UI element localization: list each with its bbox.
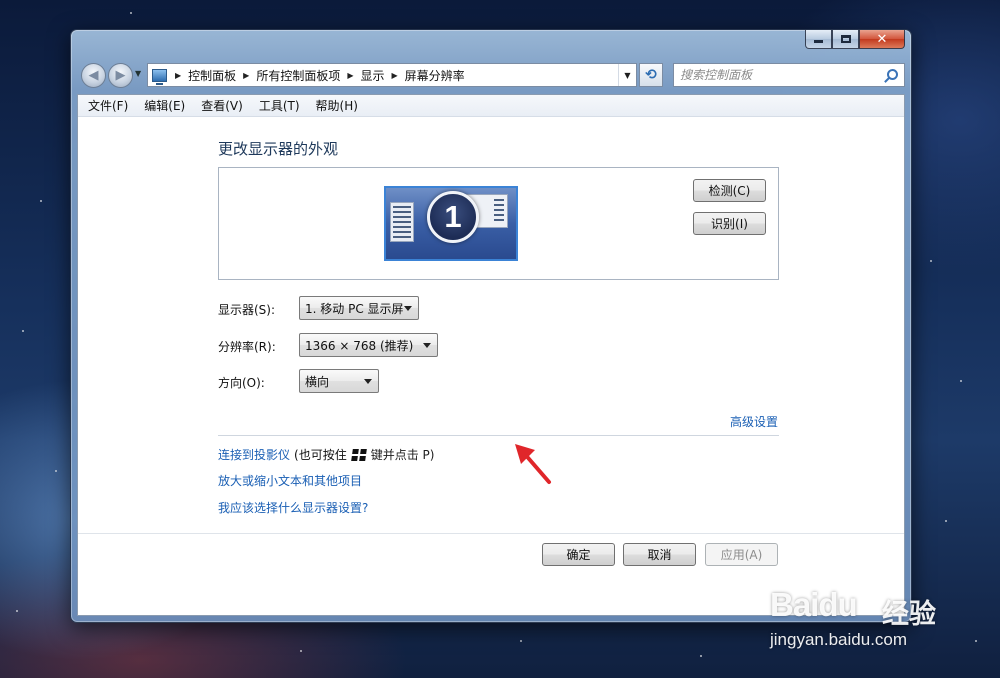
close-button[interactable]: ✕ (859, 30, 905, 49)
monitor-1-preview[interactable]: 1 (384, 186, 518, 261)
control-panel-icon (152, 68, 167, 85)
menu-tools[interactable]: 工具(T) (259, 97, 300, 114)
breadcrumb-separator-icon[interactable]: ▶ (243, 71, 249, 80)
address-bar[interactable]: ▶ 控制面板 ▶ 所有控制面板项 ▶ 显示 ▶ 屏幕分辨率 ▼ (147, 63, 637, 87)
forward-button[interactable]: ▶ (108, 63, 133, 88)
minimize-icon (814, 40, 823, 43)
back-arrow-icon: ◀ (88, 68, 99, 83)
navigation-bar: ◀ ▶ ▼ ▶ 控制面板 ▶ 所有控制面板项 ▶ 显示 ▶ 屏幕分辨率 ▼ ⟲ (79, 61, 905, 89)
footer-divider (78, 533, 904, 534)
desktop-window-thumbnail (390, 202, 414, 242)
resolution-select-value: 1366 × 768 (推荐) (305, 338, 414, 353)
divider (218, 435, 779, 436)
menu-view[interactable]: 查看(V) (201, 97, 243, 114)
display-label: 显示器(S): (218, 303, 276, 317)
screen-resolution-window: ✕ ◀ ▶ ▼ ▶ 控制面板 ▶ 所有控制面板项 ▶ 显示 ▶ 屏幕分辨率 ▼ … (70, 29, 912, 623)
maximize-button[interactable] (832, 30, 859, 49)
refresh-icon: ⟲ (645, 67, 657, 83)
watermark-brand: Baidu (770, 586, 858, 623)
identify-button[interactable]: 识别(I) (693, 212, 766, 235)
display-select[interactable]: 1. 移动 PC 显示屏 (299, 296, 419, 320)
projector-row: 连接到投影仪 (也可按住 键并点击 P) (218, 446, 434, 463)
chevron-down-icon (423, 343, 431, 348)
menu-bar: 文件(F) 编辑(E) 查看(V) 工具(T) 帮助(H) (78, 95, 904, 117)
breadcrumb-all-items[interactable]: 所有控制面板项 (256, 67, 340, 84)
orientation-select-value: 横向 (305, 374, 330, 389)
orientation-select[interactable]: 横向 (299, 369, 379, 393)
red-annotation-arrow-icon (515, 444, 551, 484)
breadcrumb-control-panel[interactable]: 控制面板 (188, 67, 236, 84)
connect-projector-link[interactable]: 连接到投影仪 (218, 446, 290, 463)
monitor-number-badge: 1 (427, 191, 479, 243)
page-title: 更改显示器的外观 (218, 140, 339, 158)
close-icon: ✕ (876, 31, 888, 47)
detect-button[interactable]: 检测(C) (693, 179, 766, 202)
projector-hint-end: 键并点击 P) (370, 448, 435, 462)
resolution-select[interactable]: 1366 × 768 (推荐) (299, 333, 438, 357)
cancel-button[interactable]: 取消 (623, 543, 696, 566)
minimize-button[interactable] (805, 30, 832, 49)
breadcrumb-separator-icon[interactable]: ▶ (347, 71, 353, 80)
breadcrumb-separator-icon[interactable]: ▶ (175, 71, 181, 80)
apply-button: 应用(A) (705, 543, 778, 566)
menu-help[interactable]: 帮助(H) (316, 97, 358, 114)
chevron-down-icon (404, 306, 412, 311)
resolution-label: 分辨率(R): (218, 340, 276, 354)
text-size-link[interactable]: 放大或缩小文本和其他项目 (218, 472, 362, 489)
ok-button[interactable]: 确定 (542, 543, 615, 566)
breadcrumb-display[interactable]: 显示 (361, 67, 385, 84)
refresh-button[interactable]: ⟲ (639, 63, 663, 87)
search-box[interactable] (673, 63, 905, 87)
maximize-icon (840, 35, 851, 43)
orientation-label: 方向(O): (218, 376, 265, 390)
windows-logo-icon (350, 448, 367, 461)
search-input[interactable] (680, 68, 876, 82)
caption-buttons: ✕ (805, 30, 905, 49)
recent-pages-dropdown-icon[interactable]: ▼ (135, 69, 141, 78)
address-dropdown-icon[interactable]: ▼ (618, 64, 636, 86)
watermark-brand-cn: 经验 (882, 599, 936, 630)
menu-edit[interactable]: 编辑(E) (144, 97, 185, 114)
content-panel: 文件(F) 编辑(E) 查看(V) 工具(T) 帮助(H) 更改显示器的外观 1… (77, 94, 905, 616)
display-select-value: 1. 移动 PC 显示屏 (305, 301, 404, 316)
search-icon[interactable] (887, 69, 898, 80)
advanced-settings-link[interactable]: 高级设置 (730, 413, 778, 430)
display-preview: 1 检测(C) 识别(I) (218, 167, 779, 280)
forward-arrow-icon: ▶ (115, 68, 126, 83)
chevron-down-icon (364, 379, 372, 384)
projector-hint-start: (也可按住 (294, 448, 347, 462)
display-settings-help-link[interactable]: 我应该选择什么显示器设置? (218, 499, 368, 516)
watermark-url: jingyan.baidu.com (770, 630, 908, 649)
menu-file[interactable]: 文件(F) (88, 97, 128, 114)
back-button[interactable]: ◀ (81, 63, 106, 88)
breadcrumb-separator-icon[interactable]: ▶ (392, 71, 398, 80)
breadcrumb-screen-resolution[interactable]: 屏幕分辨率 (405, 67, 465, 84)
